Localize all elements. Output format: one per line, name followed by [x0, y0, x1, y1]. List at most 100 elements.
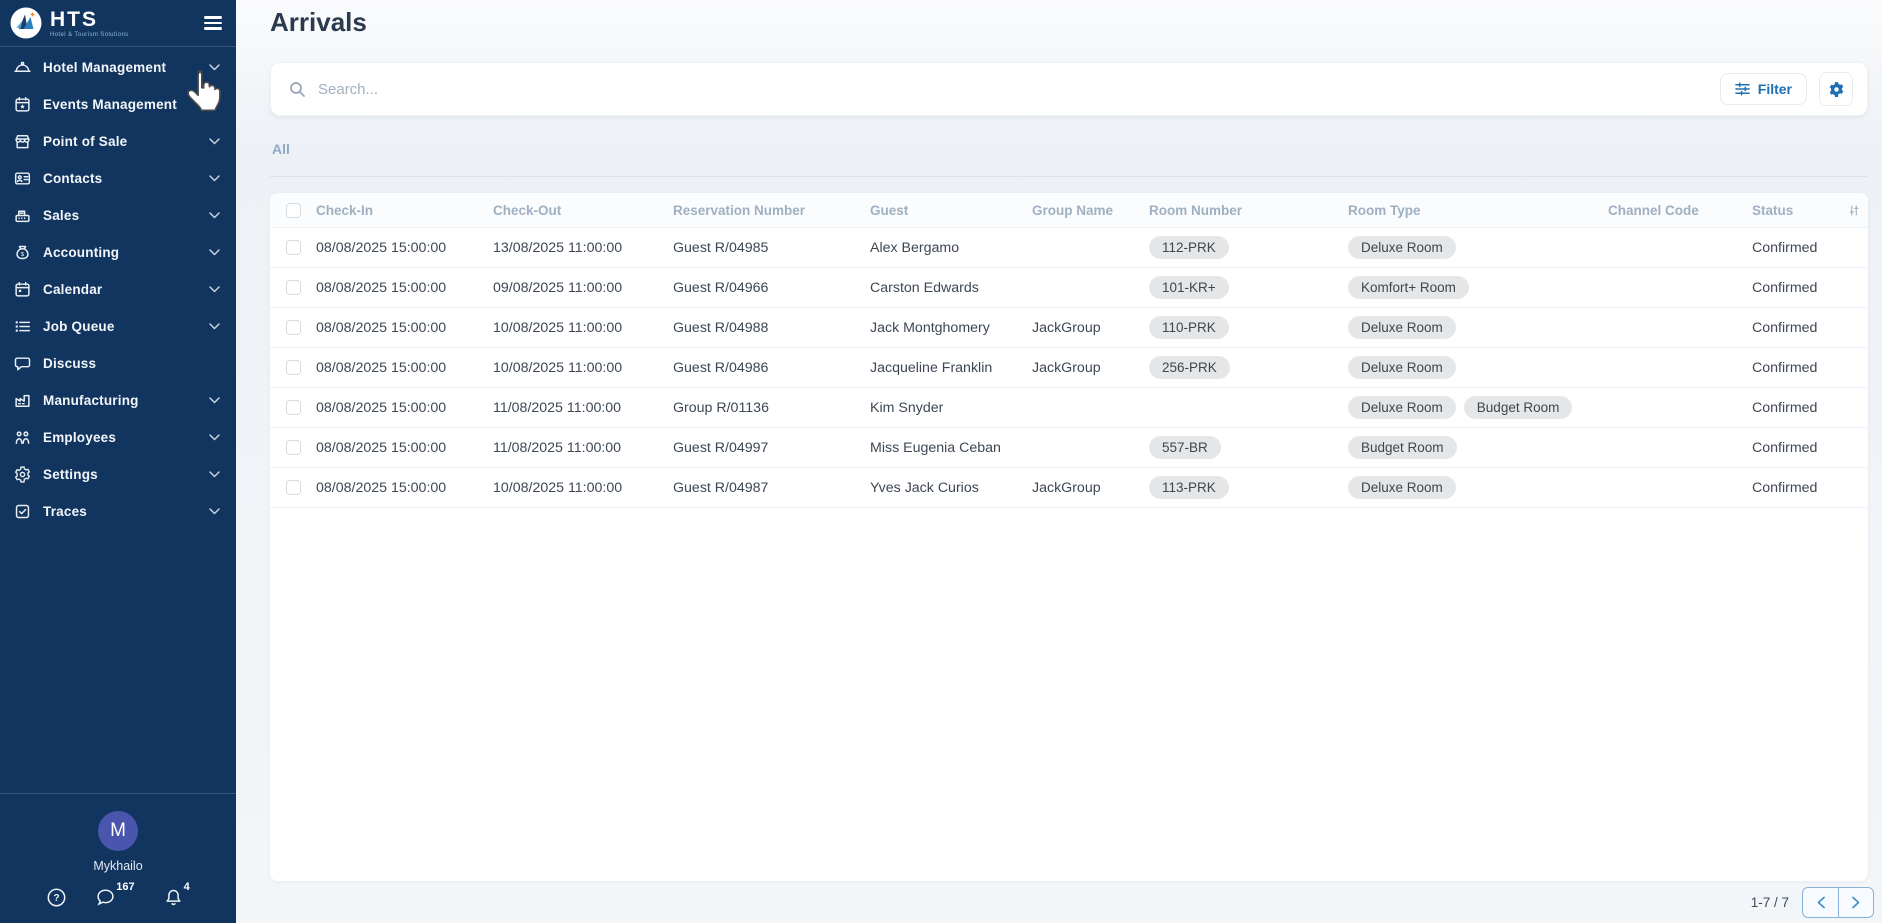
cloche-icon — [13, 59, 31, 77]
messages-icon[interactable]: 167 — [96, 888, 133, 907]
page-title: Arrivals — [270, 7, 1868, 38]
row-checkbox[interactable] — [286, 320, 301, 335]
sidebar-item-label: Settings — [43, 467, 98, 482]
cell-room-number: 557-BR — [1149, 436, 1348, 459]
sidebar-item-events-management[interactable]: Events Management — [0, 86, 236, 123]
search-input[interactable] — [318, 81, 1720, 98]
room-type-chip: Budget Room — [1348, 436, 1457, 459]
cell-check-in: 08/08/2025 15:00:00 — [316, 320, 493, 336]
column-header-check-out[interactable]: Check-Out — [493, 203, 673, 218]
cell-check-in: 08/08/2025 15:00:00 — [316, 400, 493, 416]
people-icon — [13, 429, 31, 447]
cell-room-number: 110-PRK — [1149, 316, 1348, 339]
chevron-down-icon — [209, 249, 220, 256]
messages-count: 167 — [116, 881, 134, 900]
room-type-chip: Budget Room — [1464, 396, 1573, 419]
avatar[interactable]: M — [98, 811, 138, 851]
sidebar-item-discuss[interactable]: Discuss — [0, 345, 236, 382]
column-header-channel-code[interactable]: Channel Code — [1608, 203, 1752, 218]
table-row[interactable]: 08/08/2025 15:00:0011/08/2025 11:00:00Gu… — [270, 428, 1868, 468]
sidebar-item-settings[interactable]: Settings — [0, 456, 236, 493]
row-checkbox[interactable] — [286, 440, 301, 455]
cell-room-type: Deluxe Room — [1348, 236, 1608, 259]
checkbox-icon — [13, 503, 31, 521]
column-header-group-name[interactable]: Group Name — [1032, 203, 1149, 218]
logo-row: HTS Hotel & Tourism Solutions — [0, 0, 236, 47]
cell-check-out: 13/08/2025 11:00:00 — [493, 240, 673, 256]
chevron-down-icon — [209, 508, 220, 515]
hamburger-menu-icon[interactable] — [202, 12, 224, 33]
calendar-icon — [13, 281, 31, 299]
column-header-status[interactable]: Status — [1752, 203, 1848, 218]
notifications-bell-icon[interactable]: 4 — [164, 888, 189, 907]
chevron-down-icon — [209, 286, 220, 293]
table-row[interactable]: 08/08/2025 15:00:0010/08/2025 11:00:00Gu… — [270, 348, 1868, 388]
column-header-check-in[interactable]: Check-In — [316, 203, 493, 218]
sidebar-item-label: Sales — [43, 208, 79, 223]
column-header-reservation-number[interactable]: Reservation Number — [673, 203, 870, 218]
filter-button[interactable]: Filter — [1720, 73, 1807, 105]
cell-status: Confirmed — [1752, 320, 1848, 336]
cell-reservation-number: Guest R/04986 — [673, 360, 870, 376]
cell-check-in: 08/08/2025 15:00:00 — [316, 360, 493, 376]
select-all-checkbox[interactable] — [286, 203, 301, 218]
sidebar-item-point-of-sale[interactable]: Point of Sale — [0, 123, 236, 160]
pagination: 1-7 / 7 — [1751, 887, 1874, 918]
sidebar-item-hotel-management[interactable]: Hotel Management — [0, 49, 236, 86]
chevron-down-icon — [209, 138, 220, 145]
factory-icon — [13, 392, 31, 410]
cell-reservation-number: Guest R/04987 — [673, 480, 870, 496]
cell-guest: Jack Montghomery — [870, 320, 1032, 336]
pagination-prev-button[interactable] — [1802, 887, 1838, 918]
sidebar-item-contacts[interactable]: Contacts — [0, 160, 236, 197]
sidebar-item-manufacturing[interactable]: Manufacturing — [0, 382, 236, 419]
contact-card-icon — [13, 170, 31, 188]
table-row[interactable]: 08/08/2025 15:00:0010/08/2025 11:00:00Gu… — [270, 468, 1868, 508]
settings-gear-button[interactable] — [1819, 72, 1853, 106]
search-bar: Filter — [270, 62, 1868, 116]
sidebar-item-sales[interactable]: Sales — [0, 197, 236, 234]
sidebar-item-accounting[interactable]: $Accounting — [0, 234, 236, 271]
sidebar-item-employees[interactable]: Employees — [0, 419, 236, 456]
tabs-divider — [270, 176, 1868, 177]
sidebar-item-traces[interactable]: Traces — [0, 493, 236, 530]
table-row[interactable]: 08/08/2025 15:00:0013/08/2025 11:00:00Gu… — [270, 228, 1868, 268]
table-row[interactable]: 08/08/2025 15:00:0009/08/2025 11:00:00Gu… — [270, 268, 1868, 308]
user-name: Mykhailo — [0, 859, 236, 873]
tab-all[interactable]: All — [270, 141, 292, 157]
calendar-star-icon — [13, 96, 31, 114]
cell-status: Confirmed — [1752, 400, 1848, 416]
sidebar-item-label: Traces — [43, 504, 87, 519]
sidebar-item-label: Contacts — [43, 171, 102, 186]
cell-reservation-number: Guest R/04997 — [673, 440, 870, 456]
column-settings-icon[interactable] — [1848, 203, 1868, 218]
row-checkbox[interactable] — [286, 400, 301, 415]
cell-status: Confirmed — [1752, 280, 1848, 296]
help-icon[interactable]: ? — [47, 888, 66, 907]
row-checkbox[interactable] — [286, 240, 301, 255]
row-checkbox[interactable] — [286, 360, 301, 375]
cell-group-name: JackGroup — [1032, 360, 1149, 376]
cell-room-type: Deluxe Room — [1348, 316, 1608, 339]
sidebar-item-job-queue[interactable]: Job Queue — [0, 308, 236, 345]
gear-icon — [1828, 81, 1845, 98]
pagination-next-button[interactable] — [1838, 887, 1874, 918]
row-checkbox[interactable] — [286, 280, 301, 295]
row-checkbox[interactable] — [286, 480, 301, 495]
column-header-room-number[interactable]: Room Number — [1149, 203, 1348, 218]
table-row[interactable]: 08/08/2025 15:00:0010/08/2025 11:00:00Gu… — [270, 308, 1868, 348]
column-header-room-type[interactable]: Room Type — [1348, 203, 1608, 218]
sidebar-item-calendar[interactable]: Calendar — [0, 271, 236, 308]
cell-status: Confirmed — [1752, 440, 1848, 456]
room-type-chip: Deluxe Room — [1348, 316, 1456, 339]
chevron-down-icon — [209, 101, 220, 108]
cell-check-out: 10/08/2025 11:00:00 — [493, 480, 673, 496]
cell-group-name: JackGroup — [1032, 480, 1149, 496]
room-type-chip: Deluxe Room — [1348, 236, 1456, 259]
room-number-chip: 256-PRK — [1149, 356, 1230, 379]
table-row[interactable]: 08/08/2025 15:00:0011/08/2025 11:00:00Gr… — [270, 388, 1868, 428]
chevron-down-icon — [209, 397, 220, 404]
column-header-guest[interactable]: Guest — [870, 203, 1032, 218]
sidebar-item-label: Accounting — [43, 245, 119, 260]
sidebar-item-label: Events Management — [43, 97, 177, 112]
